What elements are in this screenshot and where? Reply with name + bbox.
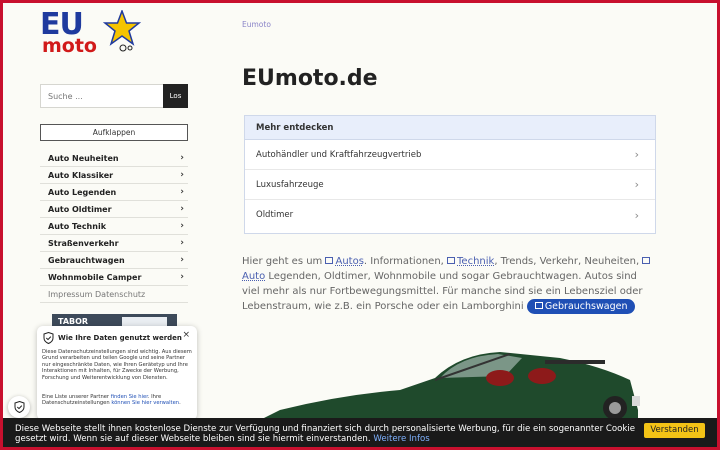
star-icon xyxy=(103,10,141,52)
cookie-banner: Diese Webseite stellt ihnen kostenlose D… xyxy=(0,418,720,450)
sidebar-item-auto-klassiker[interactable]: Auto Klassiker › xyxy=(40,167,188,184)
ad-text: TABOR xyxy=(58,317,89,326)
search-input[interactable] xyxy=(41,85,163,107)
consent-text: Eine Liste unserer Partner xyxy=(42,394,111,400)
sidebar-item-label: Impressum Datenschutz xyxy=(48,289,146,299)
sidebar-nav: Auto Neuheiten › Auto Klassiker › Auto Leg… xyxy=(40,150,188,303)
close-icon[interactable]: × xyxy=(182,330,190,340)
chevron-right-icon: › xyxy=(180,204,184,214)
sidebar-item-label: Auto Neuheiten xyxy=(48,153,119,163)
sidebar-item-label: Wohnmobile Camper xyxy=(48,272,142,282)
discover-item-label: Oldtimer xyxy=(256,210,294,220)
sidebar-item-strassenverkehr[interactable]: Straßenverkehr › xyxy=(40,235,188,252)
consent-header: Wie Ihre Daten genutzt werden xyxy=(43,332,182,344)
link-technik[interactable]: Technik xyxy=(457,256,494,267)
intro-text: Hier geht es um xyxy=(242,256,326,267)
expand-button[interactable]: Aufklappen xyxy=(40,124,188,141)
sidebar-item-label: Auto Legenden xyxy=(48,187,117,197)
breadcrumb[interactable]: Eumoto xyxy=(242,20,271,29)
intro-text: , Trends, Verkehr, Neuheiten, xyxy=(494,256,643,267)
site-logo[interactable]: EU moto xyxy=(40,10,141,58)
consent-title: Wie Ihre Daten genutzt werden xyxy=(58,334,182,342)
sidebar-item-wohnmobile-camper[interactable]: Wohnmobile Camper › xyxy=(40,269,188,286)
privacy-settings-button[interactable] xyxy=(8,396,30,418)
chevron-right-icon: › xyxy=(180,272,184,282)
chevron-right-icon: › xyxy=(180,187,184,197)
chevron-right-icon: › xyxy=(634,178,639,191)
sidebar-item-auto-oldtimer[interactable]: Auto Oldtimer › xyxy=(40,201,188,218)
sidebar-item-gebrauchtwagen[interactable]: Gebrauchtwagen › xyxy=(40,252,188,269)
link-auto[interactable]: Auto xyxy=(242,271,265,282)
chevron-right-icon: › xyxy=(634,208,639,222)
intro-text: . Informationen, xyxy=(363,256,448,267)
sidebar-item-auto-legenden[interactable]: Auto Legenden › xyxy=(40,184,188,201)
accept-cookies-button[interactable]: Verstanden xyxy=(644,423,705,438)
discover-item-label: Autohändler und Kraftfahrzeugvertrieb xyxy=(256,149,422,160)
link-icon xyxy=(642,257,651,264)
link-icon xyxy=(447,257,456,264)
discover-item-label: Luxusfahrzeuge xyxy=(256,179,324,190)
chevron-right-icon: › xyxy=(180,221,184,231)
link-icon xyxy=(325,257,334,264)
gebrauchswagen-pill[interactable]: Gebrauchswagen xyxy=(526,299,636,314)
more-discover-heading: Mehr entdecken xyxy=(245,116,655,140)
consent-popup: Wie Ihre Daten genutzt werden × Diese Da… xyxy=(37,326,197,420)
pill-label: Gebrauchswagen xyxy=(544,301,628,312)
discover-item-oldtimer[interactable]: Oldtimer › xyxy=(245,200,655,230)
discover-item-autohaendler[interactable]: Autohändler und Kraftfahrzeugvertrieb › xyxy=(245,140,655,170)
sidebar-item-label: Straßenverkehr xyxy=(48,238,119,248)
green-roadster-image xyxy=(260,352,640,420)
consent-body: Diese Datenschutzeinstellungen sind wich… xyxy=(42,349,192,381)
sidebar-item-auto-technik[interactable]: Auto Technik › xyxy=(40,218,188,235)
page-title: EUmoto.de xyxy=(242,66,378,91)
manage-settings-link[interactable]: können Sie hier verwalten xyxy=(111,400,179,406)
chevron-right-icon: › xyxy=(180,170,184,180)
link-icon xyxy=(534,302,543,309)
sidebar-item-label: Auto Technik xyxy=(48,221,107,231)
logo-moto-text: moto xyxy=(42,35,97,57)
shield-icon xyxy=(14,401,24,413)
more-info-link[interactable]: Weitere Infos xyxy=(373,434,429,444)
link-autos[interactable]: Autos xyxy=(335,256,363,267)
chevron-right-icon: › xyxy=(180,255,184,265)
more-discover-box: Mehr entdecken Autohändler und Kraftfahr… xyxy=(244,115,656,234)
consent-partner-text: Eine Liste unserer Partner finden Sie hi… xyxy=(42,394,192,407)
chevron-right-icon: › xyxy=(180,238,184,248)
partner-list-link[interactable]: finden Sie hier xyxy=(111,394,148,400)
sidebar-item-impressum-datenschutz[interactable]: Impressum Datenschutz xyxy=(40,286,188,303)
sidebar-item-auto-neuheiten[interactable]: Auto Neuheiten › xyxy=(40,150,188,167)
search-button[interactable]: Los xyxy=(163,84,188,108)
chevron-right-icon: › xyxy=(180,153,184,163)
discover-item-luxusfahrzeuge[interactable]: Luxusfahrzeuge › xyxy=(245,170,655,200)
cookie-text: Diese Webseite stellt ihnen kostenlose D… xyxy=(15,424,645,444)
shield-icon xyxy=(43,332,54,344)
sidebar-item-label: Auto Oldtimer xyxy=(48,204,112,214)
search-box: Los xyxy=(40,84,188,108)
cookie-message: Diese Webseite stellt ihnen kostenlose D… xyxy=(15,424,636,444)
sidebar-item-label: Auto Klassiker xyxy=(48,170,114,180)
sidebar-item-label: Gebrauchtwagen xyxy=(48,255,125,265)
intro-paragraph: Hier geht es um Autos. Informationen, Te… xyxy=(242,254,656,314)
consent-text: . xyxy=(179,400,181,407)
chevron-right-icon: › xyxy=(634,148,639,161)
